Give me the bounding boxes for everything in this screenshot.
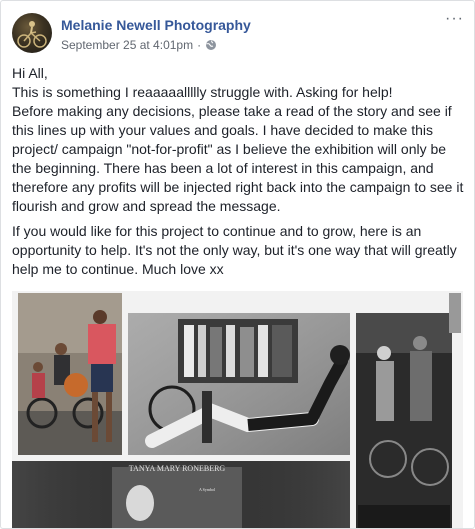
- more-options-icon[interactable]: ···: [445, 11, 464, 27]
- kids-bike-photo: [18, 293, 122, 455]
- avatar-image: [17, 21, 47, 48]
- paragraph-1: Before making any decisions, please take…: [12, 103, 464, 214]
- greeting-text: Hi All,: [12, 65, 48, 81]
- struggle-text: This is something I reaaaaallllly strugg…: [12, 84, 393, 100]
- post-card: Melanie Newell Photography September 25 …: [0, 0, 475, 529]
- page-name-link[interactable]: Melanie Newell Photography: [61, 17, 251, 33]
- meta-separator: ·: [197, 38, 202, 52]
- globe-icon[interactable]: [205, 39, 217, 51]
- paragraph-2: If you would like for this project to co…: [12, 223, 457, 277]
- post-photo-collage[interactable]: TANYA MARY RONEBERG A Symbol: [12, 291, 463, 528]
- collage-image: TANYA MARY RONEBERG A Symbol: [12, 291, 463, 528]
- memorial-plaque-photo: TANYA MARY RONEBERG A Symbol: [12, 461, 350, 528]
- cycling-trainer-photo: [128, 313, 350, 455]
- post-meta: September 25 at 4:01pm ·: [61, 38, 217, 52]
- post-body: Hi All, This is something I reaaaaalllll…: [12, 64, 464, 285]
- vertical-label-strip: [449, 293, 461, 333]
- bike-shop-photo: [356, 313, 452, 528]
- plaque-name-text: TANYA MARY RONEBERG: [129, 464, 226, 473]
- avatar[interactable]: [12, 13, 52, 53]
- post-header: Melanie Newell Photography September 25 …: [12, 11, 464, 57]
- post-timestamp[interactable]: September 25 at 4:01pm: [61, 38, 193, 52]
- plaque-inscription: A Symbol: [199, 487, 216, 492]
